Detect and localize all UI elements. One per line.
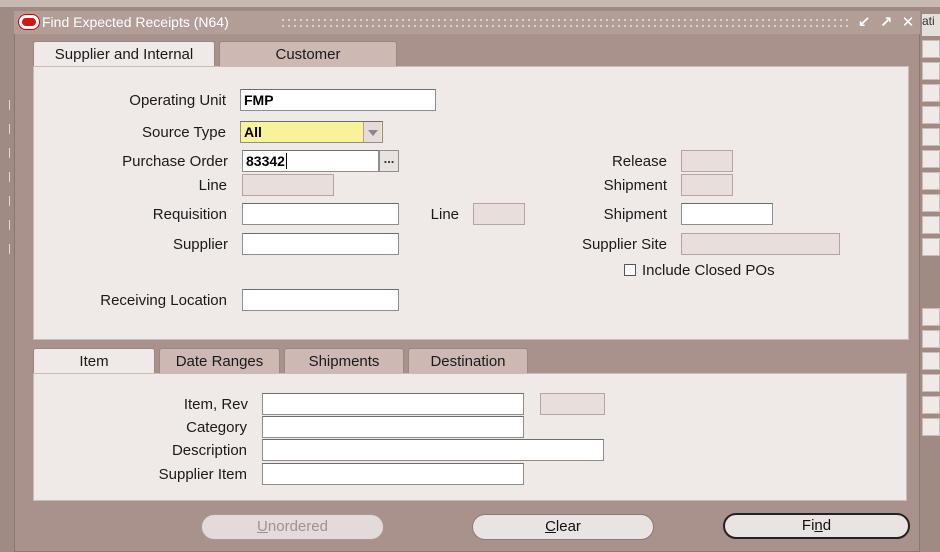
text-cursor (285, 153, 287, 169)
oracle-logo-icon (19, 15, 39, 29)
unordered-label-rest: nordered (267, 518, 328, 535)
supplier-label: Supplier (172, 236, 228, 253)
background-mark (9, 220, 13, 230)
po-shipment-label: Shipment (603, 177, 667, 194)
category-field[interactable] (262, 416, 524, 438)
background-cell (922, 106, 940, 124)
clear-label-rest: lear (555, 518, 581, 535)
po-line-label: Line (198, 177, 227, 194)
background-mark (9, 172, 13, 182)
background-cell (922, 194, 940, 212)
description-label: Description (171, 442, 247, 459)
purchase-order-lov-button[interactable]: ... (379, 150, 399, 172)
titlebar-grip (280, 17, 848, 29)
tab-supplier-and-internal[interactable]: Supplier and Internal (33, 41, 215, 67)
source-type-select[interactable]: All (240, 121, 383, 143)
purchase-order-field[interactable]: 83342 (242, 150, 379, 172)
background-mark (9, 100, 13, 110)
window-title: Find Expected Receipts (N64) (42, 14, 229, 30)
source-type-label: Source Type (142, 124, 226, 141)
unordered-button[interactable]: Unordered (201, 514, 384, 540)
clear-mnemonic: C (545, 518, 556, 535)
find-label-pre: Fi (801, 517, 815, 534)
receiving-location-label: Receiving Location (100, 292, 227, 309)
category-label: Category (186, 419, 247, 436)
background-cell (922, 150, 940, 168)
unordered-mnemonic: U (257, 518, 268, 535)
background-cell (922, 62, 940, 80)
background-mark (9, 124, 13, 134)
supplier-field[interactable] (242, 233, 399, 255)
background-cell (922, 84, 940, 102)
background-cell (922, 172, 940, 190)
tab-shipments[interactable]: Shipments (284, 348, 404, 374)
tab-item[interactable]: Item (33, 348, 155, 374)
include-closed-pos-checkbox[interactable] (624, 264, 636, 276)
revision-field[interactable] (540, 393, 605, 415)
tab-date-ranges[interactable]: Date Ranges (159, 348, 280, 374)
background-mark (9, 244, 13, 254)
background-cell (922, 352, 940, 370)
requisition-field[interactable] (242, 203, 399, 225)
operating-unit-field[interactable]: FMP (240, 89, 436, 111)
requisition-line-label: Line (430, 206, 459, 223)
tab-customer[interactable]: Customer (219, 41, 397, 67)
receiving-location-field[interactable] (242, 289, 399, 311)
supplier-site-label: Supplier Site (581, 236, 667, 253)
release-label: Release (611, 153, 667, 170)
supplier-item-field[interactable] (262, 463, 524, 485)
close-icon[interactable]: ✕ (900, 13, 916, 31)
background-cell (922, 40, 940, 58)
background-mark (9, 148, 13, 158)
requisition-shipment-field[interactable] (681, 203, 773, 225)
operating-unit-label: Operating Unit (129, 92, 226, 109)
background-app-strip (0, 0, 940, 7)
background-cell (922, 216, 940, 234)
release-field[interactable] (681, 150, 733, 172)
maximize-icon[interactable]: ↗ (878, 13, 894, 31)
tab-destination[interactable]: Destination (408, 348, 528, 374)
requisition-line-field[interactable] (473, 203, 525, 225)
background-cell (922, 330, 940, 348)
background-column-header: ati (922, 14, 940, 36)
find-mnemonic: n (814, 517, 823, 534)
purchase-order-label: Purchase Order (122, 153, 228, 170)
requisition-label: Requisition (152, 206, 227, 223)
find-button[interactable]: Find (723, 513, 910, 539)
background-cell (922, 308, 940, 326)
include-closed-pos-label: Include Closed POs (642, 262, 775, 279)
item-field[interactable] (262, 393, 524, 415)
minimize-icon[interactable]: ↙ (856, 13, 872, 31)
find-label-rest: d (822, 517, 832, 534)
background-cell (922, 128, 940, 146)
clear-button[interactable]: Clear (472, 514, 654, 540)
po-shipment-field[interactable] (681, 174, 733, 196)
purchase-order-value: 83342 (246, 153, 285, 169)
po-line-field[interactable] (242, 174, 334, 196)
background-cell (922, 396, 940, 414)
supplier-site-field[interactable] (681, 233, 840, 255)
source-type-value: All (244, 124, 262, 140)
requisition-shipment-label: Shipment (603, 206, 667, 223)
background-mark (9, 196, 13, 206)
supplier-item-label: Supplier Item (158, 466, 247, 483)
background-cell (922, 238, 940, 256)
chevron-down-icon[interactable] (363, 122, 381, 142)
background-cell (922, 418, 940, 436)
background-cell (922, 374, 940, 392)
item-rev-label: Item, Rev (183, 396, 248, 413)
description-field[interactable] (262, 439, 604, 461)
